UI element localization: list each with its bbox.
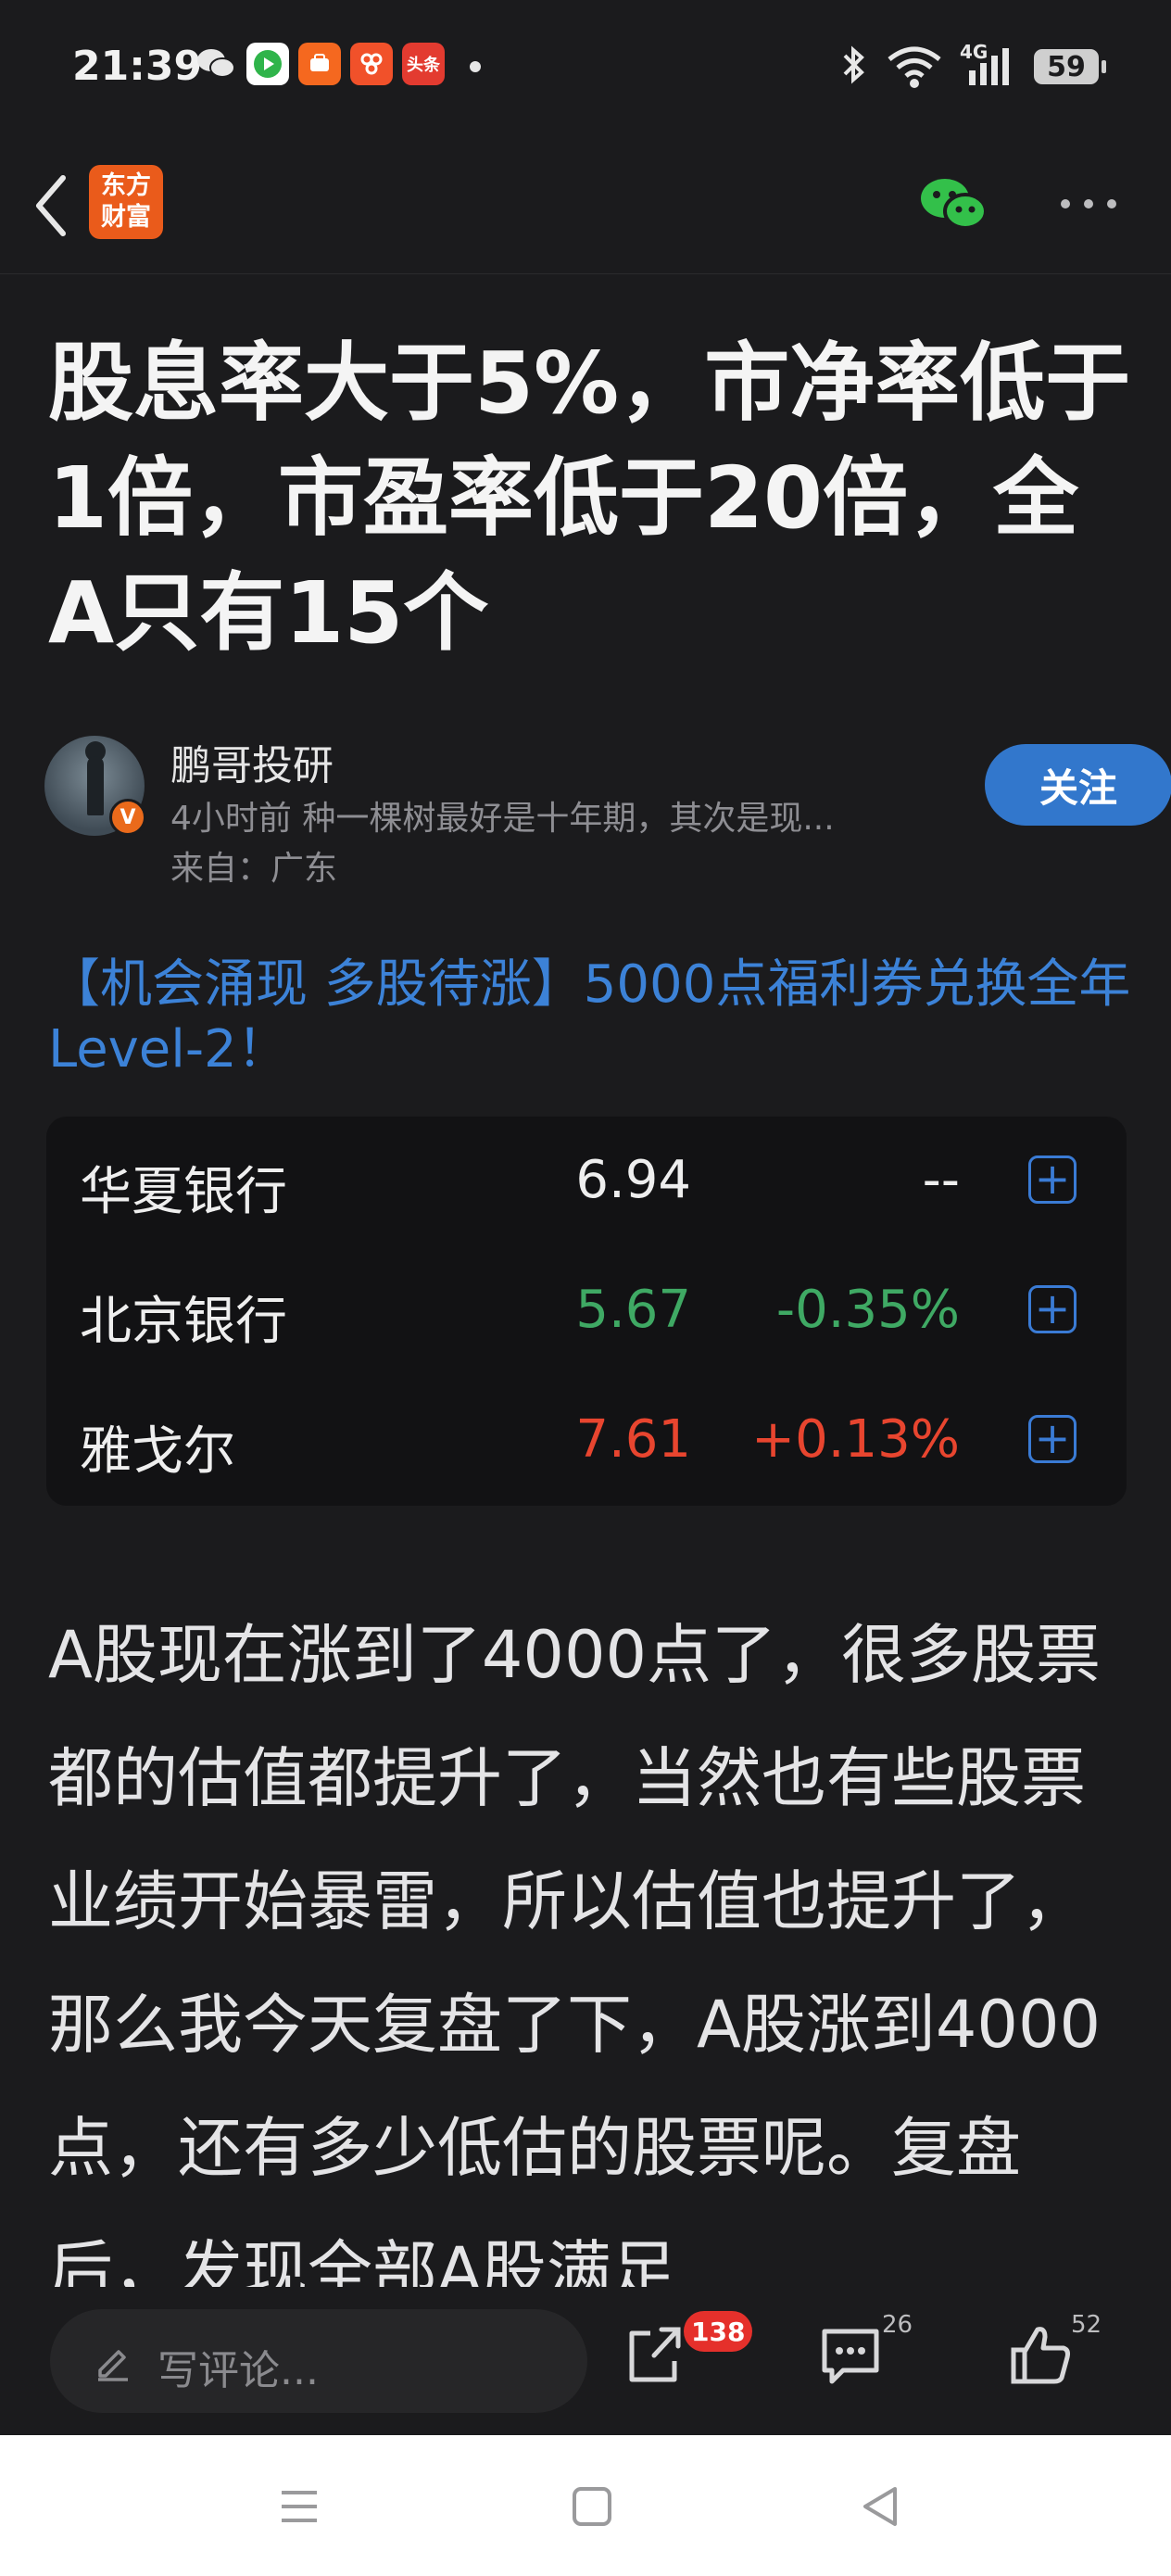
shopping-app-icon [350,43,393,85]
stock-price: 7.61 [575,1409,691,1470]
like-icon[interactable] [1006,2320,1077,2391]
back-nav-icon[interactable] [858,2483,904,2530]
stock-price: 6.94 [575,1150,691,1210]
wifi-icon [888,46,941,88]
share-icon[interactable] [621,2320,691,2391]
toutiao-icon: 头条 [402,43,445,85]
avatar-figure-body [87,756,104,815]
taobao-icon [298,43,341,85]
add-watchlist-icon[interactable]: + [1028,1285,1077,1333]
stock-name: 北京银行 [80,1292,287,1352]
wechat-share-icon[interactable] [917,172,991,237]
menu-icon[interactable] [276,2483,322,2530]
stock-price: 5.67 [575,1280,691,1340]
follow-button[interactable]: 关注 [985,744,1171,826]
share-count-badge: 138 [684,2311,753,2352]
more-icon[interactable] [1056,193,1121,215]
back-icon[interactable] [26,169,78,243]
bottom-action-bar: 写评论... 138 26 52 [0,2287,1171,2435]
stock-quotes-panel: 华夏银行 6.94 -- + 北京银行 5.67 -0.35% + 雅戈尔 7.… [46,1117,1127,1506]
status-time: 21:39 [72,43,203,90]
comment-placeholder: 写评论... [157,2347,319,2394]
comment-icon[interactable] [815,2320,886,2391]
comment-count: 26 [882,2311,913,2339]
home-icon[interactable] [569,2483,615,2530]
pen-icon [98,2350,128,2381]
bluetooth-icon [843,45,864,84]
add-watchlist-icon[interactable]: + [1028,1155,1077,1204]
author-name[interactable]: 鹏哥投研 [170,732,334,791]
battery-indicator: 59 [1034,49,1106,84]
stock-change: +0.13% [751,1409,960,1470]
stock-row[interactable]: 华夏银行 6.94 -- + [46,1117,1127,1246]
status-bar: 21:39 头条 4G 59 [0,0,1171,139]
like-count: 52 [1071,2311,1102,2339]
signal-icon [969,48,1009,85]
stock-row[interactable]: 雅戈尔 7.61 +0.13% + [46,1376,1127,1506]
wechat-icon [195,43,237,85]
stock-name: 雅戈尔 [80,1421,235,1482]
system-nav-bar [0,2435,1171,2576]
video-app-icon [246,43,289,85]
stock-row[interactable]: 北京银行 5.67 -0.35% + [46,1246,1127,1376]
stock-change: -- [922,1150,960,1210]
comment-input[interactable]: 写评论... [50,2309,587,2413]
more-notifications-dot [470,61,481,72]
author-meta: 4小时前 种一棵树最好是十年期，其次是现... [170,800,835,838]
stock-change: -0.35% [775,1280,960,1340]
article-header: 东方财富 [0,139,1171,274]
verified-badge-icon: V [109,799,146,836]
article-title: 股息率大于5%，市净率低于1倍，市盈率低于20倍，全A只有15个 [48,334,1131,663]
author-row: V 鹏哥投研 4小时前 种一棵树最好是十年期，其次是现... 来自：广东 关注 [44,732,1171,899]
author-location: 来自：广东 [170,850,338,888]
add-watchlist-icon[interactable]: + [1028,1415,1077,1463]
promo-link[interactable]: 【机会涌现 多股待涨】5000点福利券兑换全年Level-2！ [48,953,1132,1082]
app-logo[interactable]: 东方财富 [89,165,163,239]
stock-name: 华夏银行 [80,1162,287,1222]
toutiao-label: 头条 [407,56,440,75]
article-body: A股现在涨到了4000点了，很多股票都的估值都提升了，当然也有些股票业绩开始暴雷… [48,1617,1102,2309]
